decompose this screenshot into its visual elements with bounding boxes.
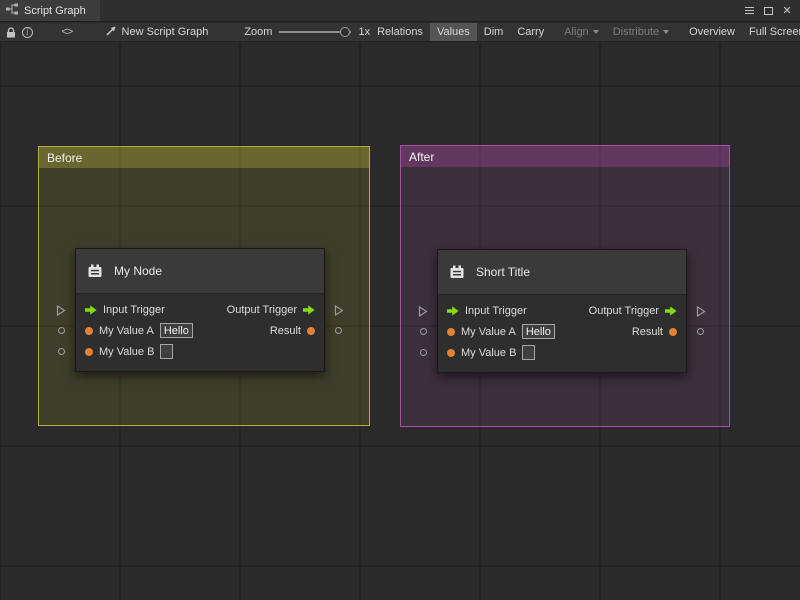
value-b-label: My Value B — [461, 347, 516, 359]
zoom-value: 1x — [358, 26, 370, 38]
value-a-port-icon[interactable] — [447, 328, 455, 336]
value-b-row: My Value B — [438, 342, 686, 363]
script-machine-icon — [448, 264, 466, 280]
input-trigger-port-icon[interactable] — [85, 305, 97, 315]
graph-name-section: New Script Graph — [105, 25, 209, 40]
carry-button[interactable]: Carry — [510, 23, 551, 41]
group-before-header[interactable]: Before — [39, 147, 369, 168]
value-a-field[interactable]: Hello — [160, 323, 193, 338]
node-body: Input Trigger Output Trigger My Value A … — [76, 294, 324, 371]
value-a-label: My Value A — [461, 326, 516, 338]
value-b-label: My Value B — [99, 346, 154, 358]
dim-button[interactable]: Dim — [477, 23, 511, 41]
graph-name: New Script Graph — [122, 26, 209, 38]
align-label: Align — [564, 26, 588, 38]
node-short-title[interactable]: Short Title Input Trigger Output Trigger — [437, 249, 687, 373]
graph-toolbar: New Script Graph Zoom 1x Relations Value… — [0, 23, 800, 42]
overview-button[interactable]: Overview — [682, 23, 742, 41]
close-icon[interactable] — [779, 3, 795, 19]
result-label: Result — [270, 325, 301, 337]
group-after-header[interactable]: After — [401, 146, 729, 167]
value-a-field[interactable]: Hello — [522, 324, 555, 339]
output-trigger-label: Output Trigger — [589, 305, 659, 317]
result-port-icon[interactable] — [307, 327, 315, 335]
distribute-label: Distribute — [613, 26, 659, 38]
value-a-label: My Value A — [99, 325, 154, 337]
window-menu-icon[interactable] — [741, 3, 757, 19]
node-title: My Node — [114, 264, 162, 278]
value-a-row: My Value A Hello Result — [76, 320, 324, 341]
chevron-down-icon — [663, 30, 669, 34]
value-a-port-icon[interactable] — [85, 327, 93, 335]
output-trigger-port-icon[interactable] — [303, 305, 315, 315]
align-button[interactable]: Align — [557, 23, 605, 41]
node-body: Input Trigger Output Trigger My Value A … — [438, 295, 686, 372]
value-b-field[interactable] — [160, 344, 173, 359]
graph-input-value-port-icon[interactable] — [420, 328, 427, 335]
toolbar-buttons: Relations Values Dim Carry Align Distrib… — [370, 23, 800, 41]
trigger-row: Input Trigger Output Trigger — [76, 299, 324, 320]
result-label: Result — [632, 326, 663, 338]
group-after-label: After — [409, 150, 434, 164]
fullscreen-button[interactable]: Full Screen — [742, 23, 800, 41]
script-graph-window: Script Graph New Script Graph — [0, 0, 800, 600]
result-port-icon[interactable] — [669, 328, 677, 336]
value-b-field[interactable] — [522, 345, 535, 360]
input-trigger-port-icon[interactable] — [447, 306, 459, 316]
node-header[interactable]: My Node — [76, 249, 324, 294]
node-my-node[interactable]: My Node Input Trigger Output Trigger — [75, 248, 325, 372]
graph-input-value-port-icon[interactable] — [58, 348, 65, 355]
value-b-port-icon[interactable] — [447, 349, 455, 357]
graph-input-trigger-port-icon[interactable] — [418, 306, 428, 317]
window-controls — [741, 0, 800, 21]
value-a-row: My Value A Hello Result — [438, 321, 686, 342]
graph-input-value-port-icon[interactable] — [420, 349, 427, 356]
graph-canvas[interactable]: Before After My Node — [0, 43, 800, 600]
graph-output-value-port-icon[interactable] — [335, 327, 342, 334]
output-trigger-port-icon[interactable] — [665, 306, 677, 316]
graph-input-trigger-port-icon[interactable] — [56, 305, 66, 316]
graph-output-value-port-icon[interactable] — [697, 328, 704, 335]
maximize-icon[interactable] — [760, 3, 776, 19]
node-header[interactable]: Short Title — [438, 250, 686, 295]
graph-output-trigger-port-icon[interactable] — [334, 305, 344, 316]
chevron-down-icon — [593, 30, 599, 34]
tab-title: Script Graph — [24, 5, 86, 17]
zoom-slider-knob[interactable] — [340, 27, 350, 37]
info-icon[interactable] — [21, 23, 33, 41]
graph-asset-icon — [105, 25, 117, 40]
graph-tab-icon — [6, 3, 18, 18]
input-trigger-label: Input Trigger — [465, 305, 527, 317]
relations-button[interactable]: Relations — [370, 23, 430, 41]
values-button[interactable]: Values — [430, 23, 477, 41]
zoom-section: Zoom 1x — [244, 26, 370, 38]
group-before-label: Before — [47, 151, 82, 165]
graph-input-value-port-icon[interactable] — [58, 327, 65, 334]
output-trigger-label: Output Trigger — [227, 304, 297, 316]
lock-icon[interactable] — [5, 23, 17, 41]
tab-script-graph[interactable]: Script Graph — [0, 0, 100, 21]
trigger-row: Input Trigger Output Trigger — [438, 300, 686, 321]
zoom-slider[interactable] — [279, 31, 351, 33]
value-b-row: My Value B — [76, 341, 324, 362]
script-machine-icon — [86, 263, 104, 279]
code-icon[interactable] — [59, 23, 74, 41]
value-b-port-icon[interactable] — [85, 348, 93, 356]
titlebar: Script Graph — [0, 0, 800, 22]
node-title: Short Title — [476, 265, 530, 279]
distribute-button[interactable]: Distribute — [606, 23, 676, 41]
graph-output-trigger-port-icon[interactable] — [696, 306, 706, 317]
input-trigger-label: Input Trigger — [103, 304, 165, 316]
zoom-label: Zoom — [244, 26, 272, 38]
